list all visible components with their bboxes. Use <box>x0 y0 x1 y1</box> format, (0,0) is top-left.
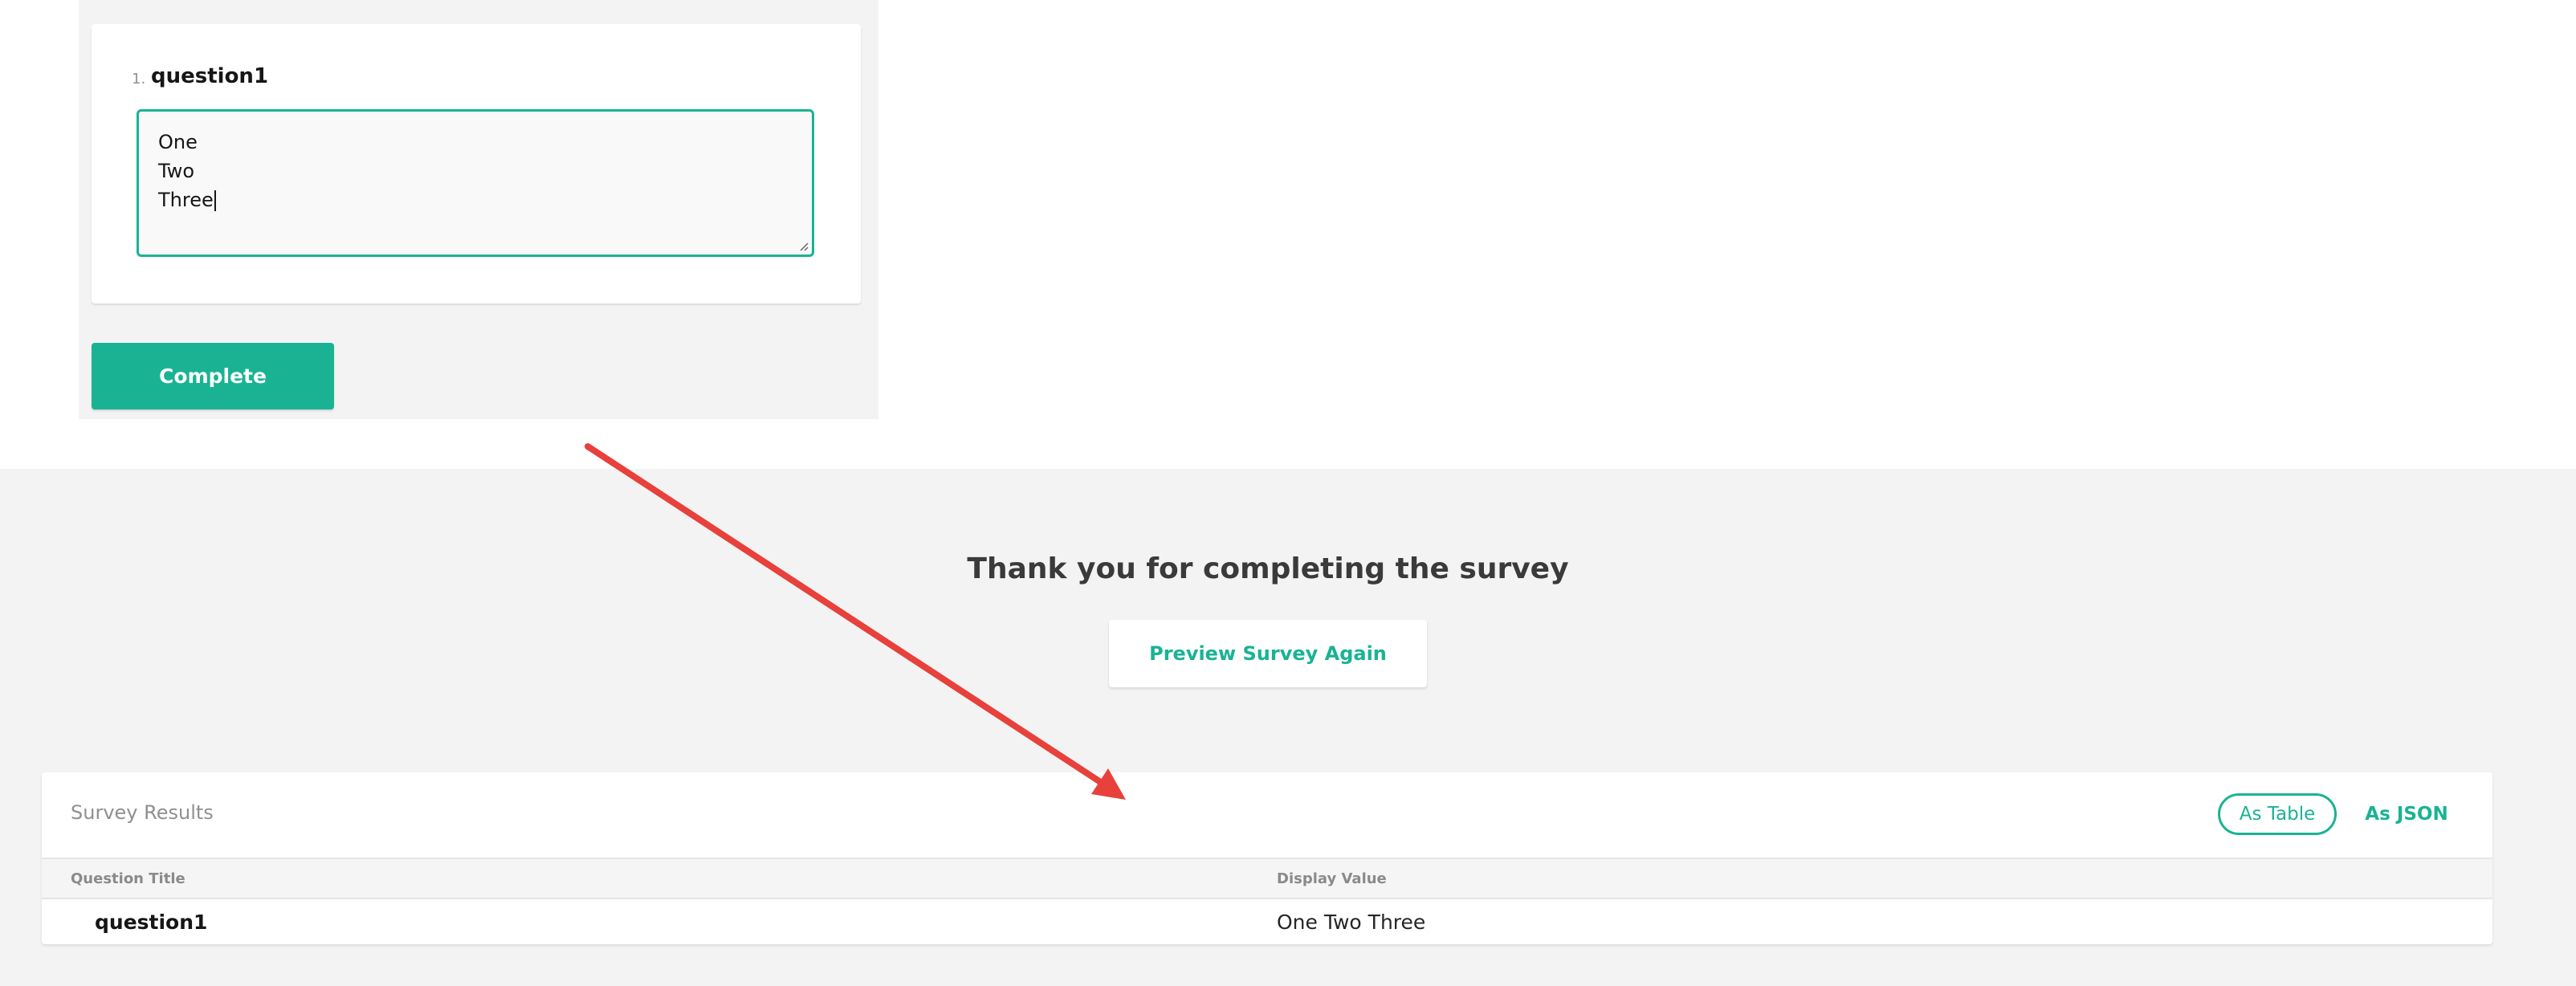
results-header-row: Question Title Display Value <box>42 858 2492 899</box>
survey-results-panel: Survey Results As Table As JSON Question… <box>42 772 2492 944</box>
answer-line-1: One <box>158 131 198 153</box>
question-card: 1. question1 One Two Three <box>92 24 861 304</box>
table-row: question1 One Two Three <box>42 899 2492 944</box>
complete-button[interactable]: Complete <box>92 343 334 409</box>
question-title: question1 <box>151 64 269 88</box>
resize-handle-icon[interactable] <box>799 242 809 251</box>
preview-survey-again-button[interactable]: Preview Survey Again <box>1109 620 1427 687</box>
answer-line-2: Two <box>158 160 194 182</box>
cell-display-value: One Two Three <box>1277 911 1426 934</box>
as-json-button[interactable]: As JSON <box>2354 793 2459 835</box>
as-table-button[interactable]: As Table <box>2218 793 2337 835</box>
answer-textarea[interactable]: One Two Three <box>137 109 814 257</box>
survey-panel: 1. question1 One Two Three Complete <box>79 0 878 419</box>
column-header-question-title: Question Title <box>71 870 185 887</box>
completion-heading: Thank you for completing the survey <box>967 552 1569 585</box>
column-header-display-value: Display Value <box>1277 870 1387 887</box>
results-title: Survey Results <box>71 801 214 824</box>
completed-section: Thank you for completing the survey Prev… <box>0 469 2576 986</box>
answer-line-3-text: Three <box>158 189 214 211</box>
answer-line-3: Three <box>158 185 793 214</box>
question-number: 1. <box>132 71 146 88</box>
cell-question-title: question1 <box>95 911 208 934</box>
text-caret <box>214 190 216 211</box>
